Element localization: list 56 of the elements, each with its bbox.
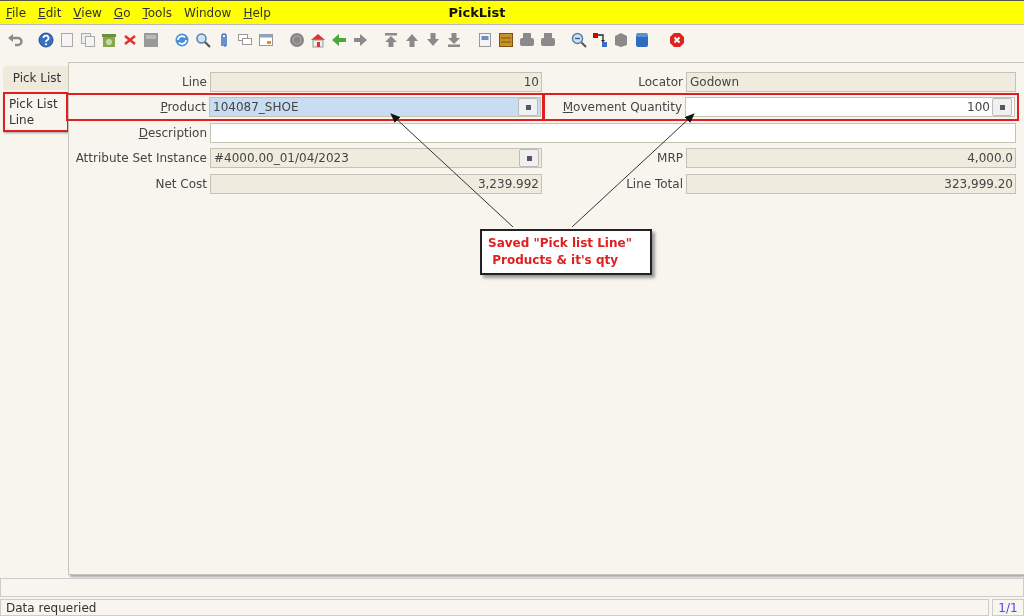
- lookup-button[interactable]: [519, 149, 539, 168]
- report-icon[interactable]: [477, 32, 493, 48]
- input-field[interactable]: 104087_SHOE: [209, 97, 541, 118]
- archive-icon[interactable]: [498, 32, 514, 48]
- new-document-icon[interactable]: [59, 32, 75, 48]
- menu-item[interactable]: Window: [178, 2, 238, 23]
- menu-item[interactable]: View: [67, 2, 108, 23]
- window-title: PickList: [448, 5, 506, 20]
- home-icon[interactable]: [310, 32, 326, 48]
- input-field[interactable]: #4000.00_01/04/2023: [210, 148, 542, 169]
- lookup-button[interactable]: [518, 98, 538, 117]
- printer-icon[interactable]: [540, 32, 556, 48]
- input-field[interactable]: 10: [210, 71, 542, 92]
- menu-item[interactable]: Edit: [32, 2, 68, 23]
- last-record-icon[interactable]: [446, 32, 462, 48]
- input-field[interactable]: Godown: [686, 71, 1016, 92]
- field-label: MRP: [656, 150, 683, 168]
- up-arrow-icon[interactable]: [404, 32, 420, 48]
- field-label: Movement Quantity: [561, 99, 682, 117]
- workflow-icon[interactable]: [592, 32, 608, 48]
- copy-icon[interactable]: [80, 32, 96, 48]
- input-field[interactable]: 100: [685, 97, 1015, 118]
- printer-icon[interactable]: [519, 32, 535, 48]
- menu-item[interactable]: Go: [107, 2, 137, 23]
- field-label: Product: [159, 99, 206, 117]
- left-arrow-icon[interactable]: [331, 32, 347, 48]
- calendar-icon[interactable]: [258, 32, 274, 48]
- field-label: Line Total: [625, 175, 683, 193]
- field-label: Description: [137, 124, 207, 142]
- callout-note: Saved "Pick list Line" Products & it's qty: [480, 229, 652, 275]
- refresh-icon[interactable]: [174, 32, 190, 48]
- record-count: 1/1: [992, 599, 1024, 616]
- field-label: Line: [181, 73, 207, 91]
- delete-icon[interactable]: [122, 32, 138, 48]
- field-label: Net Cost: [154, 175, 207, 193]
- save-icon[interactable]: [143, 32, 159, 48]
- tab[interactable]: Pick List: [3, 66, 69, 90]
- menu-item[interactable]: File: [0, 2, 33, 23]
- status-message: Data requeried: [0, 599, 989, 616]
- input-field[interactable]: 323,999.20: [686, 173, 1016, 194]
- undo-icon[interactable]: [7, 32, 23, 48]
- input-field[interactable]: 4,000.0: [686, 148, 1016, 169]
- first-record-icon[interactable]: [383, 32, 399, 48]
- close-icon[interactable]: [669, 32, 685, 48]
- field-label: Locator: [637, 73, 683, 91]
- chat-icon[interactable]: [237, 32, 253, 48]
- menu-item[interactable]: Help: [237, 2, 277, 23]
- menu-item[interactable]: Tools: [136, 2, 179, 23]
- help-icon[interactable]: [38, 32, 54, 48]
- lookup-button[interactable]: [992, 98, 1012, 117]
- input-field[interactable]: [210, 122, 1016, 143]
- input-field[interactable]: 3,239.992: [210, 173, 542, 194]
- right-arrow-icon[interactable]: [352, 32, 368, 48]
- down-arrow-icon[interactable]: [425, 32, 441, 48]
- search-icon[interactable]: [195, 32, 211, 48]
- field-label: Attribute Set Instance: [74, 150, 207, 168]
